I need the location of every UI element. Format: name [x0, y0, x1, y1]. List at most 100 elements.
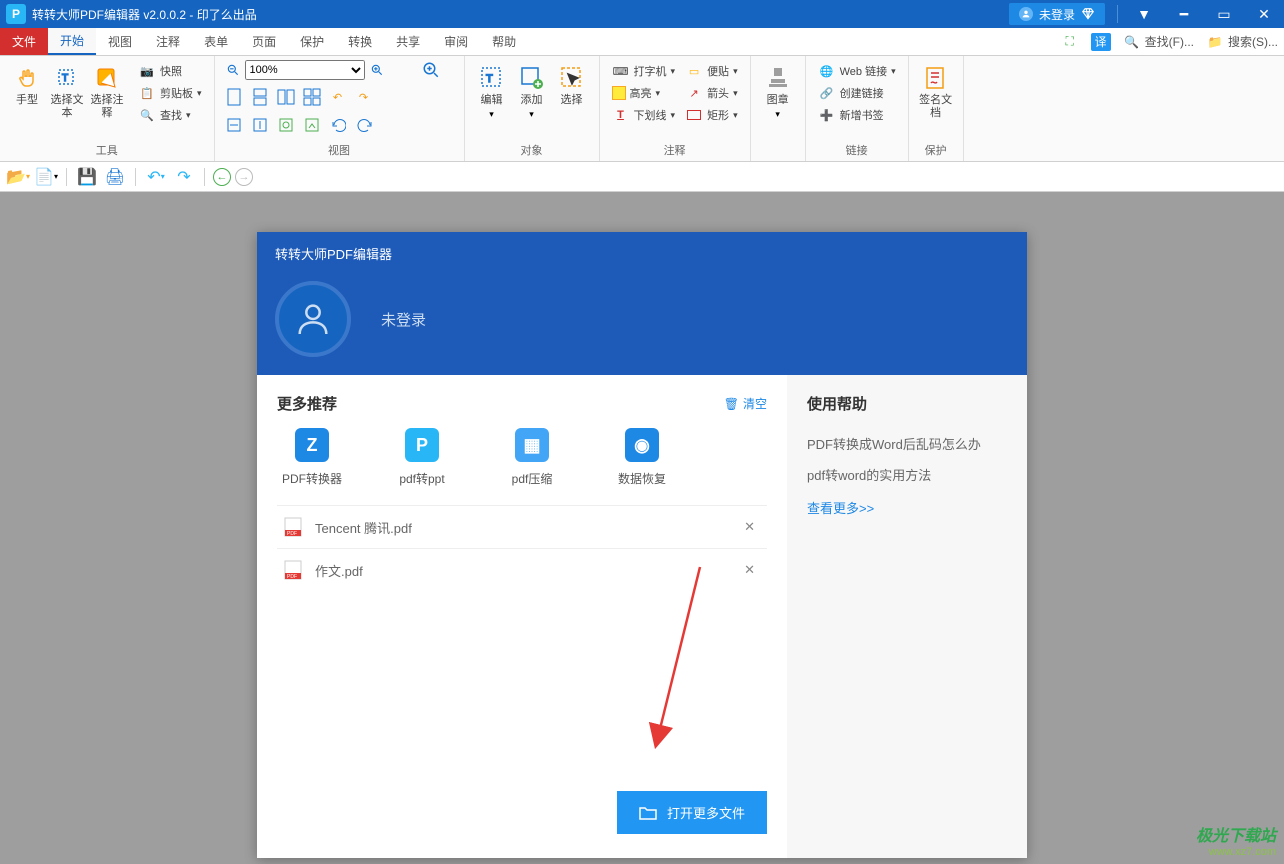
qa-nav-back-button[interactable]: ←: [213, 168, 231, 186]
open-more-files-button[interactable]: 打开更多文件: [617, 791, 767, 834]
add-object-button[interactable]: 添加▾: [513, 60, 551, 124]
menu-tab-form[interactable]: 表单: [192, 28, 240, 55]
edit-object-icon: T: [478, 64, 506, 92]
group-label-annot: 注释: [608, 143, 742, 159]
menu-tab-help[interactable]: 帮助: [480, 28, 528, 55]
arrow-annot-button[interactable]: ↗箭头▾: [681, 82, 742, 104]
web-link-button[interactable]: 🌐Web 链接▾: [814, 60, 900, 82]
stamp-button[interactable]: 图章▾: [759, 60, 797, 124]
window-close-button[interactable]: ✕: [1244, 0, 1284, 28]
window-maximize-button[interactable]: ▭: [1204, 0, 1244, 28]
translate-button[interactable]: 译: [1085, 28, 1117, 55]
highlight-icon: [612, 86, 626, 100]
qa-undo-button[interactable]: ↶▾: [144, 166, 168, 188]
page-dcont-icon[interactable]: [301, 86, 323, 108]
qa-print-button[interactable]: 🖨: [103, 166, 127, 188]
menu-tab-protect[interactable]: 保护: [288, 28, 336, 55]
zoom-out-button[interactable]: [223, 60, 243, 80]
fit-width-icon[interactable]: [223, 114, 245, 136]
menu-tab-view[interactable]: 视图: [96, 28, 144, 55]
clear-button[interactable]: 🗑 清空: [724, 395, 767, 412]
ribbon-group-tools: 手型 T 选择文本 选择注释 📷快照 📋剪贴板▾ 🔍查找▾ 工具: [0, 56, 215, 161]
typewriter-button[interactable]: ⌨打字机▾: [608, 60, 680, 82]
globe-icon: 🌐: [818, 62, 836, 80]
search-button[interactable]: 📁搜索(S)...: [1200, 28, 1284, 55]
rotate-cw-icon[interactable]: ↷: [353, 86, 375, 108]
qa-nav-fwd-button[interactable]: →: [235, 168, 253, 186]
rec-item-recover[interactable]: ◉ 数据恢复: [607, 428, 677, 487]
qa-redo-button[interactable]: ↷: [172, 166, 196, 188]
ribbon-group-protect: 签名文档 保护: [909, 56, 964, 161]
rotate-right-icon[interactable]: [353, 114, 375, 136]
rec-item-converter[interactable]: Z PDF转换器: [277, 428, 347, 487]
menu-tab-annot[interactable]: 注释: [144, 28, 192, 55]
qa-save-button[interactable]: 💾: [75, 166, 99, 188]
card-left-pane: 更多推荐 🗑 清空 Z PDF转换器 P pdf转ppt: [257, 375, 787, 858]
recent-file-row[interactable]: PDF 作文.pdf ✕: [277, 548, 767, 591]
select-object-button[interactable]: 选择: [553, 60, 591, 111]
stamp-icon: [764, 64, 792, 92]
recommend-row: Z PDF转换器 P pdf转ppt ▦ pdf压缩 ◉ 数据恢复: [277, 428, 767, 487]
menu-tab-review[interactable]: 审阅: [432, 28, 480, 55]
hand-icon: [13, 64, 41, 92]
menu-tab-start[interactable]: 开始: [48, 28, 96, 55]
recent-file-row[interactable]: PDF Tencent 腾讯.pdf ✕: [277, 505, 767, 548]
help-link-1[interactable]: PDF转换成Word后乱码怎么办: [807, 428, 1007, 459]
view-misc2-icon[interactable]: [301, 114, 323, 136]
card-title: 转转大师PDF编辑器: [275, 244, 1009, 263]
find-button[interactable]: 🔍查找(F)...: [1117, 28, 1200, 55]
zoom-in-button[interactable]: [367, 60, 387, 80]
snapshot-button[interactable]: 📷快照: [134, 60, 206, 82]
window-minimize-button[interactable]: ━: [1164, 0, 1204, 28]
zoom-select[interactable]: 100%: [245, 60, 365, 80]
help-more-link[interactable]: 查看更多>>: [807, 498, 1007, 517]
edit-object-button[interactable]: T 编辑▾: [473, 60, 511, 124]
file-remove-button[interactable]: ✕: [738, 519, 761, 535]
menu-tab-share[interactable]: 共享: [384, 28, 432, 55]
window-title: 转转大师PDF编辑器 v2.0.0.2 - 印了么出品: [32, 6, 257, 23]
qa-new-button[interactable]: 📄▾: [34, 166, 58, 188]
ribbon: 手型 T 选择文本 选择注释 📷快照 📋剪贴板▾ 🔍查找▾ 工具 100%: [0, 56, 1284, 162]
page-double-icon[interactable]: [275, 86, 297, 108]
create-link-button[interactable]: 🔗创建链接: [814, 82, 900, 104]
select-annot-button[interactable]: 选择注释: [88, 60, 126, 124]
menu-tab-page[interactable]: 页面: [240, 28, 288, 55]
rec-item-compress[interactable]: ▦ pdf压缩: [497, 428, 567, 487]
fit-page-button[interactable]: ⛶: [1055, 28, 1085, 55]
user-status-label: 未登录: [381, 309, 426, 330]
menu-tab-convert[interactable]: 转换: [336, 28, 384, 55]
fit-height-icon[interactable]: [249, 114, 271, 136]
rect-annot-button[interactable]: 矩形▾: [681, 104, 742, 126]
clipboard-icon: 📋: [138, 84, 156, 102]
select-text-button[interactable]: T 选择文本: [48, 60, 86, 124]
clipboard-button[interactable]: 📋剪贴板▾: [134, 82, 206, 104]
page-cont-icon[interactable]: [249, 86, 271, 108]
typewriter-icon: ⌨: [612, 62, 630, 80]
file-name: 作文.pdf: [315, 561, 738, 580]
start-card: 转转大师PDF编辑器 未登录 更多推荐 🗑 清空: [257, 232, 1027, 858]
menu-file[interactable]: 文件: [0, 28, 48, 55]
add-bookmark-button[interactable]: ➕新增书签: [814, 104, 900, 126]
sign-doc-button[interactable]: 签名文档: [917, 60, 955, 124]
window-dropdown-button[interactable]: ▼: [1124, 0, 1164, 28]
sticky-note-button[interactable]: ▭便贴▾: [681, 60, 742, 82]
bookmark-icon: ➕: [818, 106, 836, 124]
file-remove-button[interactable]: ✕: [738, 562, 761, 578]
highlight-button[interactable]: 高亮▾: [608, 82, 680, 104]
help-link-2[interactable]: pdf转word的实用方法: [807, 459, 1007, 490]
find-tool-button[interactable]: 🔍查找▾: [134, 104, 206, 126]
zoom-big-button[interactable]: [421, 60, 441, 80]
rec-item-ppt[interactable]: P pdf转ppt: [387, 428, 457, 487]
rotate-ccw-icon[interactable]: ↶: [327, 86, 349, 108]
qa-open-button[interactable]: 📂▾: [6, 166, 30, 188]
card-right-pane: 使用帮助 PDF转换成Word后乱码怎么办 pdf转word的实用方法 查看更多…: [787, 375, 1027, 858]
ribbon-group-stamp: 图章▾: [751, 56, 806, 161]
ribbon-group-view: 100% ↶ ↷ 视图: [215, 56, 465, 161]
hand-tool-button[interactable]: 手型: [8, 60, 46, 111]
view-misc1-icon[interactable]: [275, 114, 297, 136]
rotate-left-icon[interactable]: [327, 114, 349, 136]
user-status-button[interactable]: 未登录: [1009, 3, 1105, 25]
avatar-large-icon[interactable]: [275, 281, 351, 357]
underline-button[interactable]: T下划线▾: [608, 104, 680, 126]
page-single-icon[interactable]: [223, 86, 245, 108]
